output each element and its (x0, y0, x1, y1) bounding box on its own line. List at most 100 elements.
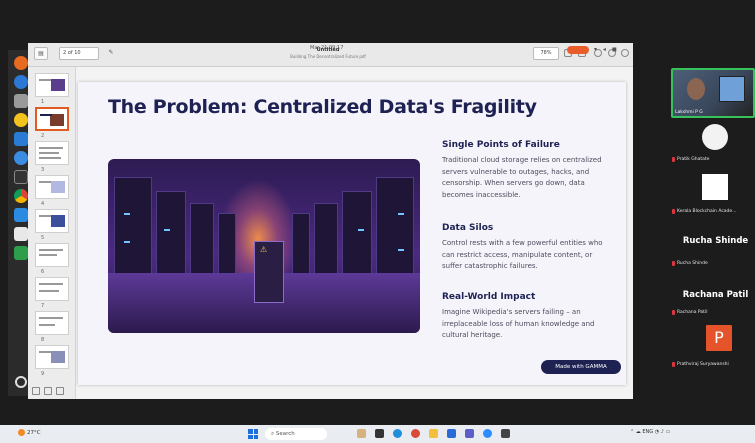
annotate-icon[interactable]: ✎ (104, 47, 118, 60)
widgets-icon[interactable] (357, 429, 366, 438)
windows-taskbar: 27°C ⌕ Search ⌃ ☁ ENG ◔ ♪ ▭ (0, 425, 755, 443)
participant-name: Pratik Ghatate (677, 157, 710, 162)
firefox-icon[interactable] (14, 56, 28, 70)
participant-name: Prathviraj Suryawanshi (677, 362, 729, 367)
page-thumbnail[interactable] (35, 243, 69, 267)
section-body: Control rests with a few powerful entiti… (442, 239, 603, 270)
task-view-icon[interactable] (375, 429, 384, 438)
window-subtitle: Building The Decentralized Future.pdf (290, 54, 366, 59)
participant-tile[interactable]: Pratik Ghatate (672, 122, 755, 166)
thumbnail-number: 6 (41, 269, 45, 275)
participant-avatar (702, 124, 728, 150)
system-clock: Mar 21 09:17 (310, 45, 344, 51)
kba-logo (702, 174, 728, 200)
thumbnail-number: 3 (41, 167, 45, 173)
thumbnail-number: 7 (41, 303, 45, 309)
participant-name: Kerala Blockchain Acade... (677, 209, 737, 214)
vscode-icon[interactable] (14, 208, 28, 222)
annotations-view-icon[interactable] (56, 387, 64, 395)
system-tray-icons[interactable]: ▾ ◂ ◼ (594, 46, 619, 53)
participant-display-name: Rucha Shinde (682, 236, 749, 246)
thumbnail-number: 2 (41, 133, 45, 139)
sidebar-toggle-icon[interactable]: ▤ (34, 47, 48, 60)
warning-icon: ⚠ (260, 245, 268, 254)
participants-panel: Lakshmi P G Pratik Ghatate Kerala Blockc… (668, 66, 755, 386)
page-thumbnail[interactable] (35, 311, 69, 335)
slide-title: The Problem: Centralized Data's Fragilit… (108, 96, 537, 118)
section-body: Imagine Wikipedia's servers failing – an… (442, 308, 595, 339)
mic-muted-icon (672, 261, 675, 266)
page-thumbnail[interactable] (35, 175, 69, 199)
page-thumbnail[interactable] (35, 209, 69, 233)
section-heading: Data Silos (442, 223, 494, 233)
page-thumbnail[interactable] (35, 345, 69, 369)
active-speaker-tile[interactable]: Lakshmi P G (671, 68, 755, 118)
document-viewer-icon[interactable] (14, 227, 28, 241)
files-icon[interactable] (14, 94, 28, 108)
chrome-icon[interactable] (14, 189, 28, 203)
participant-name: Rachana Patil (677, 310, 708, 315)
page-thumbnail[interactable] (35, 73, 69, 97)
participant-name: Rucha Shinde (677, 261, 708, 266)
data-center-illustration: ⚠ (108, 159, 420, 333)
participant-name: Lakshmi P G (675, 110, 703, 115)
teams-icon[interactable] (465, 429, 474, 438)
participant-tile[interactable]: Rachana Patil Rachana Patil (672, 284, 755, 328)
page-thumbnail[interactable] (35, 141, 69, 165)
thumbnail-number: 4 (41, 201, 45, 207)
participant-display-name: Rachana Patil (682, 290, 749, 300)
recording-indicator[interactable] (567, 46, 589, 54)
thumbnails-view-icon[interactable] (32, 387, 40, 395)
temperature: 27°C (27, 430, 41, 436)
writer-icon[interactable] (14, 132, 28, 146)
section-real-world-impact: Real-World Impact Imagine Wikipedia's se… (442, 292, 610, 342)
zoom-select[interactable]: 78% (533, 47, 559, 60)
show-apps-icon[interactable] (15, 376, 27, 388)
thumbnail-number: 5 (41, 235, 45, 241)
pinned-apps (357, 429, 510, 438)
language-indicator: ENG (642, 429, 654, 435)
mic-muted-icon (672, 209, 675, 214)
slide-page: The Problem: Centralized Data's Fragilit… (78, 82, 626, 385)
desktop: ▤ 2 of 10 ✎ Untitled Building The Decent… (0, 0, 755, 443)
help-icon[interactable] (14, 151, 28, 165)
section-heading: Single Points of Failure (442, 140, 560, 150)
sidebar-view-switcher (32, 387, 72, 397)
thunderbird-icon[interactable] (14, 75, 28, 89)
zoom-icon[interactable] (483, 429, 492, 438)
participant-initial-avatar: P (706, 325, 732, 351)
thumbnail-number: 1 (41, 99, 45, 105)
libreoffice-calc-icon[interactable] (14, 246, 28, 260)
participant-tile[interactable]: Kerala Blockchain Acade... (672, 172, 755, 216)
participant-tile[interactable]: Rucha Shinde Rucha Shinde (672, 230, 755, 274)
thumbnail-sidebar: 1 2 3 4 5 6 7 8 9 (28, 67, 76, 399)
sun-icon (18, 429, 25, 436)
weather-widget[interactable]: 27°C (18, 429, 41, 436)
rhythmbox-icon[interactable] (14, 113, 28, 127)
page-input[interactable]: 2 of 10 (59, 47, 99, 60)
app-icon[interactable] (501, 429, 510, 438)
page-thumbnail[interactable] (35, 277, 69, 301)
page-total: of 10 (67, 50, 81, 56)
mic-muted-icon (672, 310, 675, 315)
section-heading: Real-World Impact (442, 292, 536, 302)
section-single-points-of-failure: Single Points of Failure Traditional clo… (442, 140, 610, 201)
close-icon[interactable] (621, 49, 629, 57)
section-data-silos: Data Silos Control rests with a few powe… (442, 223, 610, 273)
participant-video-background (719, 76, 745, 102)
chrome-icon[interactable] (411, 429, 420, 438)
file-explorer-icon[interactable] (429, 429, 438, 438)
windows-start-icon[interactable] (248, 429, 258, 439)
page-number: 2 (63, 50, 67, 56)
search-placeholder: Search (275, 431, 295, 437)
mic-muted-icon (672, 362, 675, 367)
taskbar-search[interactable]: ⌕ Search (265, 428, 327, 440)
store-icon[interactable] (447, 429, 456, 438)
page-thumbnail-active[interactable] (35, 107, 69, 131)
terminal-icon[interactable] (14, 170, 28, 184)
made-with-gamma-badge[interactable]: Made with GAMMA (541, 360, 621, 374)
edge-icon[interactable] (393, 429, 402, 438)
failing-server: ⚠ (254, 241, 284, 303)
outline-view-icon[interactable] (44, 387, 52, 395)
system-tray[interactable]: ⌃ ☁ ENG ◔ ♪ ▭ (630, 429, 670, 435)
